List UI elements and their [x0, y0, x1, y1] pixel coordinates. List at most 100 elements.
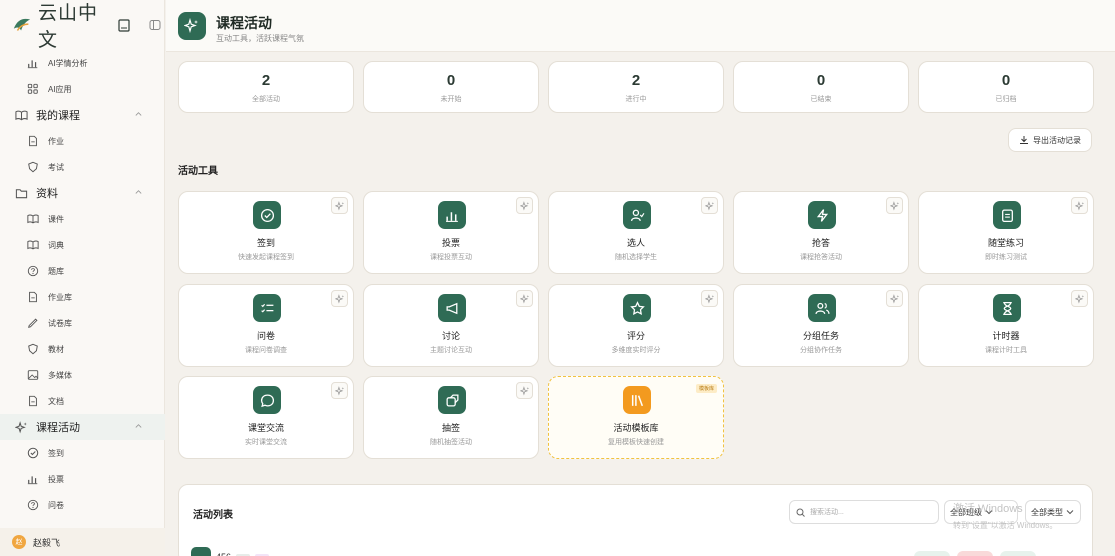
tool-card[interactable]: 随堂练习 即时练习测试 [918, 191, 1094, 274]
tool-name: 活动模板库 [613, 423, 659, 433]
brand-logo-icon [12, 15, 32, 35]
tool-description: 随机选择学生 [615, 254, 657, 261]
sparkle-icon[interactable] [1071, 290, 1088, 307]
sidebar-item-11[interactable]: 教材 [0, 336, 165, 362]
user-profile[interactable]: 赵 赵毅飞 [0, 528, 165, 556]
sidebar-item-16[interactable]: 投票 [0, 466, 165, 492]
tool-card[interactable]: 签到快速发起课程签到 [178, 191, 354, 274]
search-input[interactable]: 搜索活动... [789, 500, 939, 524]
sparkle-icon[interactable] [516, 382, 533, 399]
tool-card[interactable]: 分组任务 分组协作任务 [733, 284, 909, 367]
sparkle-icon[interactable] [331, 290, 348, 307]
sidebar-item-label: 词典 [48, 240, 64, 250]
brand[interactable]: 云山中文 [12, 2, 164, 51]
list-item[interactable]: 456 [191, 547, 270, 556]
megaphone-icon [438, 294, 466, 322]
action-button[interactable] [957, 551, 993, 556]
sparkle-icon[interactable] [1071, 197, 1088, 214]
tool-description: 快速发起课程签到 [238, 254, 294, 261]
sidebar-toggle-icon[interactable] [146, 15, 164, 35]
sparkle-icon[interactable] [516, 197, 533, 214]
user-pick-icon [623, 201, 651, 229]
search-placeholder: 搜索活动... [810, 509, 844, 516]
sidebar-item-17[interactable]: 问卷 [0, 492, 165, 518]
check-circle-icon [26, 446, 40, 460]
sidebar-item-4[interactable]: 考试 [0, 154, 165, 180]
stat-card[interactable]: 0 未开始 [363, 61, 539, 113]
sidebar-item-label: 签到 [48, 448, 64, 458]
tool-description: 课程投票互动 [430, 254, 472, 261]
tool-description: 实时课堂交流 [245, 439, 287, 446]
sparkle-icon [14, 420, 28, 434]
tool-card[interactable]: 计时器 课程计时工具 [918, 284, 1094, 367]
tool-name: 分组任务 [802, 331, 839, 341]
tool-card[interactable]: 抽签 随机抽签活动 [363, 376, 539, 459]
bar-chart-icon [438, 201, 466, 229]
dice-icon [438, 386, 466, 414]
windows-watermark-sub: 转到"设置"以激活 Windows。 [953, 521, 1058, 530]
sidebar-item-7[interactable]: 词典 [0, 232, 165, 258]
sidebar: 云山中文 AI学情分析 AI应用我的课程 作业考试资料 课件词典题库 作业库 试卷库教材多… [0, 0, 165, 556]
pen-icon [26, 316, 40, 330]
tool-name: 签到 [256, 238, 275, 248]
sparkle-icon[interactable] [886, 290, 903, 307]
export-records-button[interactable]: 导出活动记录 [1008, 128, 1092, 152]
sidebar-item-label: 投票 [48, 474, 64, 484]
checklist-icon [253, 294, 281, 322]
tool-card[interactable]: 评分 多维度实时评分 [548, 284, 724, 367]
sidebar-item-label: AI应用 [48, 84, 72, 94]
stat-card[interactable]: 0 已结束 [733, 61, 909, 113]
star-icon [623, 294, 651, 322]
tool-card[interactable]: 选人 随机选择学生 [548, 191, 724, 274]
sparkle-icon[interactable] [701, 197, 718, 214]
stat-label: 未开始 [440, 96, 462, 103]
stat-card[interactable]: 0 已归档 [918, 61, 1094, 113]
tool-description: 课程抢答活动 [800, 254, 842, 261]
sparkle-icon[interactable] [516, 290, 533, 307]
image-icon [26, 368, 40, 382]
help-circle-icon [26, 264, 40, 278]
help-circle-icon [26, 498, 40, 512]
tool-card[interactable]: 投票 课程投票互动 [363, 191, 539, 274]
avatar: 赵 [12, 535, 26, 549]
sidebar-item-0[interactable]: AI学情分析 [0, 50, 165, 76]
sidebar-item-8[interactable]: 题库 [0, 258, 165, 284]
stat-card[interactable]: 2 进行中 [548, 61, 724, 113]
sidebar-item-12[interactable]: 多媒体 [0, 362, 165, 388]
sidebar-group-5[interactable]: 资料 [0, 180, 165, 206]
sidebar-item-label: 考试 [48, 162, 64, 172]
sidebar-group-14[interactable]: 课程活动 [0, 414, 165, 440]
sidebar-group-2[interactable]: 我的课程 [0, 102, 165, 128]
sidebar-item-9[interactable]: 作业库 [0, 284, 165, 310]
sidebar-item-3[interactable]: 作业 [0, 128, 165, 154]
tool-card[interactable]: 课堂交流 实时课堂交流 [178, 376, 354, 459]
sparkle-icon[interactable] [701, 290, 718, 307]
page-header: 课程活动 互动工具，活跃课程气氛 [166, 0, 1115, 52]
tool-card[interactable]: 抢答 课程抢答活动 [733, 191, 909, 274]
action-button[interactable] [914, 551, 950, 556]
sidebar-item-6[interactable]: 课件 [0, 206, 165, 232]
users-icon [808, 294, 836, 322]
sidebar-item-label: 文档 [48, 396, 64, 406]
action-button[interactable] [1000, 551, 1036, 556]
stat-card[interactable]: 2 全部活动 [178, 61, 354, 113]
tool-card[interactable]: 问卷 课程问卷调查 [178, 284, 354, 367]
sparkle-icon[interactable] [331, 382, 348, 399]
tool-card[interactable]: 活动模板库 复用模板快速创建 模板库 [548, 376, 724, 459]
chevron-down-icon [1066, 510, 1074, 515]
book-open-icon [26, 212, 40, 226]
sidebar-item-15[interactable]: 签到 [0, 440, 165, 466]
tool-card[interactable]: 讨论 主题讨论互动 [363, 284, 539, 367]
hourglass-icon [993, 294, 1021, 322]
search-icon [796, 508, 805, 517]
sidebar-item-label: 教材 [48, 344, 64, 354]
chevron-up-icon [134, 188, 143, 197]
sparkle-icon[interactable] [886, 197, 903, 214]
sidebar-item-13[interactable]: 文档 [0, 388, 165, 414]
stat-label: 已归档 [995, 96, 1017, 103]
user-name: 赵毅飞 [33, 537, 61, 548]
sparkle-icon[interactable] [331, 197, 348, 214]
check-circle-icon [253, 201, 281, 229]
sidebar-item-10[interactable]: 试卷库 [0, 310, 165, 336]
sidebar-item-1[interactable]: AI应用 [0, 76, 165, 102]
